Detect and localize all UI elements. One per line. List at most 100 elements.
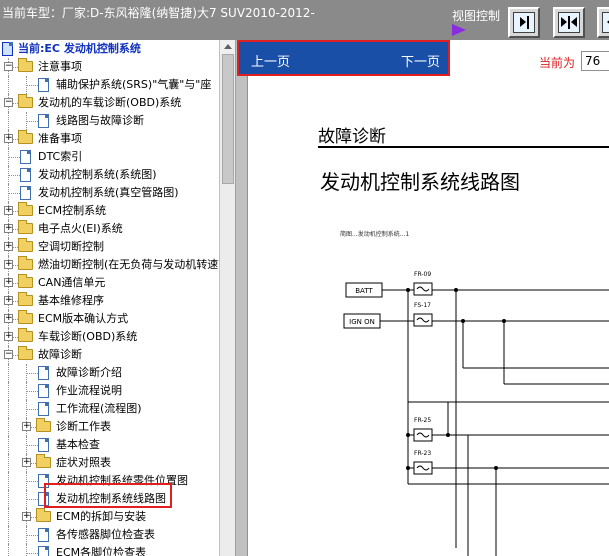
view-next-button[interactable] [508,7,540,38]
view-prev-button[interactable] [597,7,609,38]
section-title: 故障诊断 [318,127,386,147]
tree-connector [8,454,9,472]
tree-item[interactable]: DTC索引 [0,148,218,166]
collapse-icon[interactable]: − [4,62,13,71]
tree-connector [26,535,38,536]
scroll-up-icon[interactable] [220,40,235,54]
tree-item[interactable]: 各传感器脚位检查表 [0,526,218,544]
document-icon [38,366,49,380]
tree-item[interactable]: + ECM的拆卸与安装 [0,508,218,526]
tree-item[interactable]: − 发动机的车载诊断(OBD)系统 [0,94,218,112]
tree-connector [8,544,9,556]
tree-item[interactable]: 工作流程(流程图) [0,400,218,418]
tree-scrollbar-thumb[interactable] [222,54,234,184]
tree-connector [26,112,27,130]
prev-page-button[interactable]: 上一页 [251,51,290,70]
tree-item-label: 基本检查 [56,438,100,451]
tree-item[interactable]: ECM各脚位检查表 [0,544,218,556]
tree-item[interactable]: 故障诊断介绍 [0,364,218,382]
tree-item-label: 症状对照表 [56,456,111,469]
tree-item[interactable]: + 准备事项 [0,130,218,148]
folder-icon [18,310,33,324]
document-icon [38,78,49,92]
document-icon [38,546,49,556]
tree-item[interactable]: 作业流程说明 [0,382,218,400]
tree-scrollbar[interactable] [219,40,235,556]
tree-connector [8,184,9,202]
folder-icon [18,220,33,234]
tree-item[interactable]: + 空调切断控制 [0,238,218,256]
tree-item-label: 空调切断控制 [38,240,104,253]
current-page-input[interactable] [581,51,609,71]
expand-icon[interactable]: + [4,278,13,287]
app-window: 当前车型：厂家:D-东风裕隆(纳智捷)大7 SUV2010-2012- 视图控制… [0,0,609,556]
next-page-button[interactable]: 下一页 [401,51,440,70]
tree-item-label: 线路图与故障诊断 [56,114,144,127]
tree-connector [26,436,27,454]
expand-icon[interactable]: + [4,314,13,323]
view-control-arrow-icon [452,24,466,36]
expand-icon[interactable]: + [4,296,13,305]
folder-icon [18,274,33,288]
expand-icon[interactable]: + [22,512,31,521]
book-icon [2,42,13,56]
tree-item[interactable]: − 注意事项 [0,58,218,76]
tree-item[interactable]: − 故障诊断 [0,346,218,364]
document-icon [20,150,31,164]
tree-connector [26,364,27,382]
folder-icon [18,256,33,270]
tree-item[interactable]: + CAN通信单元 [0,274,218,292]
tree-connector [26,499,38,500]
tree-item[interactable]: + 基本维修程序 [0,292,218,310]
document-title: 发动机控制系统线路图 [320,170,520,194]
arrow-left-icon [602,12,609,33]
tree-item[interactable]: + 车载诊断(OBD)系统 [0,328,218,346]
tree-item[interactable]: + 电子点火(EI)系统 [0,220,218,238]
expand-icon[interactable]: + [4,206,13,215]
document-icon [38,384,49,398]
expand-icon[interactable]: + [22,458,31,467]
document-icon [20,168,31,182]
tree-item[interactable]: + ECM控制系统 [0,202,218,220]
tree-item[interactable]: 辅助保护系统(SRS)"气囊"与"座 [0,76,218,94]
tree-connector [26,526,27,544]
collapse-icon[interactable]: − [4,350,13,359]
tree-connector [26,121,38,122]
tree-item-label: 注意事项 [38,60,82,73]
folder-icon [36,508,51,522]
tree-item[interactable]: + 燃油切断控制(在无负荷与发动机转速高 [0,256,229,274]
tree-connector [26,85,38,86]
expand-icon[interactable]: + [4,224,13,233]
tree-connector [8,508,9,526]
selected-item-highlight [44,483,172,508]
folder-icon [18,58,33,72]
expand-icon[interactable]: + [4,242,13,251]
tree-item[interactable]: 发动机控制系统(真空管路图) [0,184,218,202]
tree-connector [26,391,38,392]
tree-item-label: 基本维修程序 [38,294,104,307]
current-vehicle-title: 当前车型：厂家:D-东风裕隆(纳智捷)大7 SUV2010-2012- [2,6,315,20]
expand-icon[interactable]: + [4,260,13,269]
tree-connector [26,373,38,374]
tree-item[interactable]: 发动机控制系统(系统图) [0,166,218,184]
collapse-icon[interactable]: − [4,98,13,107]
tree-item-label: 准备事项 [38,132,82,145]
tree-item[interactable]: + 症状对照表 [0,454,218,472]
tree-connector [8,526,9,544]
expand-icon[interactable]: + [22,422,31,431]
tree-connector [26,409,38,410]
tree-item-label: 辅助保护系统(SRS)"气囊"与"座 [56,78,212,91]
tree-item[interactable]: + 诊断工作表 [0,418,218,436]
tree-item[interactable]: 线路图与故障诊断 [0,112,218,130]
document-icon [38,114,49,128]
tree-item[interactable]: + ECM版本确认方式 [0,310,218,328]
tree-item[interactable]: 基本检查 [0,436,218,454]
view-fit-button[interactable] [553,7,585,38]
navigation-tree: 当前:EC 发动机控制系统 − 注意事项 辅助保护系统(SRS)"气囊"与"座 − 发动… [0,40,236,556]
page-nav-box: 上一页 下一页 [237,40,450,76]
arrow-right-icon [513,12,535,33]
tree-connector [8,400,9,418]
tree-connector [26,382,27,400]
expand-icon[interactable]: + [4,134,13,143]
expand-icon[interactable]: + [4,332,13,341]
